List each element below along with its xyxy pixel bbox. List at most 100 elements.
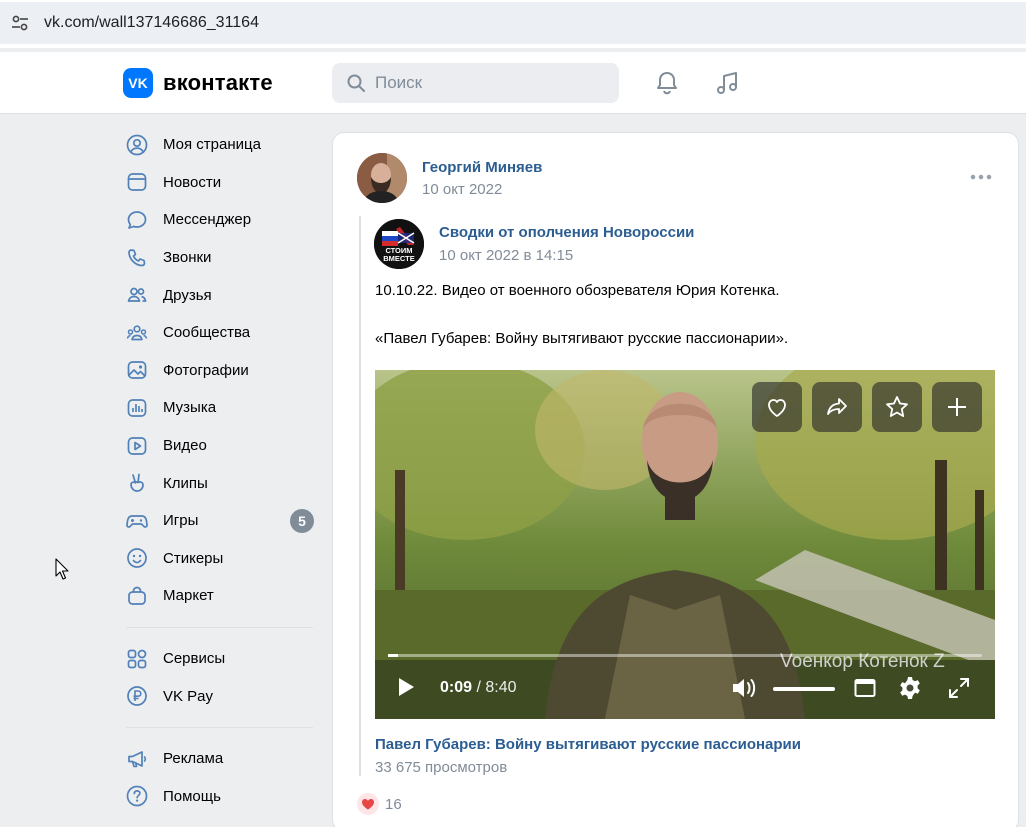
volume-slider[interactable] — [773, 687, 835, 691]
vk-pay-icon — [126, 685, 148, 707]
vk-header: VK вконтакте — [0, 52, 1026, 114]
left-navigation: Моя страница Новости Мессенджер Звонки Д… — [122, 126, 322, 815]
sticker-smile-icon — [126, 547, 148, 569]
author-avatar[interactable] — [357, 153, 407, 203]
share-video-button[interactable] — [812, 382, 862, 432]
fullscreen-icon — [949, 678, 969, 698]
post-likes[interactable]: 16 — [357, 793, 402, 815]
nav-label: Реклама — [163, 750, 224, 768]
post-text-line: 10.10.22. Видео от военного обозревателя… — [375, 282, 780, 299]
video-player[interactable]: Voенкор Котенок Z 0:09 / 8:40 — [375, 370, 995, 719]
video-duration: 8:40 — [485, 679, 517, 696]
nav-item-music[interactable]: Музыка — [122, 389, 322, 427]
search-icon — [347, 74, 365, 92]
repost-divider — [359, 216, 361, 776]
nav-item-calls[interactable]: Звонки — [122, 239, 322, 277]
nav-item-services[interactable]: Сервисы — [122, 640, 322, 678]
nav-label: Клипы — [163, 474, 208, 492]
search-box[interactable] — [332, 63, 619, 103]
nav-label: Стикеры — [163, 549, 224, 567]
search-input[interactable] — [375, 73, 595, 93]
nav-divider — [126, 626, 313, 628]
music-bars-icon — [126, 397, 148, 419]
nav-label: Игры — [163, 512, 199, 530]
nav-item-photos[interactable]: Фотографии — [122, 352, 322, 390]
nav-item-clips[interactable]: Клипы — [122, 464, 322, 502]
nav-label: Моя страница — [163, 136, 261, 154]
more-options-icon[interactable] — [969, 169, 993, 185]
post-author-name[interactable]: Георгий Миняев — [422, 159, 542, 176]
nav-label: Звонки — [163, 249, 212, 267]
nav-label: Маркет — [163, 587, 214, 605]
play-button[interactable] — [395, 675, 417, 699]
nav-label: Сообщества — [163, 324, 251, 342]
nav-label: Сервисы — [163, 650, 226, 668]
gear-icon — [900, 677, 920, 699]
nav-item-messenger[interactable]: Мессенджер — [122, 201, 322, 239]
repost-source-name[interactable]: Сводки от ополчения Новороссии — [439, 224, 694, 241]
nav-item-friends[interactable]: Друзья — [122, 276, 322, 314]
post-text-line: «Павел Губарев: Войну вытягивают русские… — [375, 330, 789, 347]
gamepad-icon — [126, 510, 148, 532]
vk-logo[interactable]: VK вконтакте — [123, 68, 273, 98]
url-text[interactable]: vk.com/wall137146686_31164 — [44, 14, 259, 32]
plus-icon — [948, 398, 966, 416]
nav-label: VK Pay — [163, 687, 214, 705]
market-bag-icon — [126, 585, 148, 607]
window-icon — [854, 679, 876, 697]
mouse-cursor-icon — [55, 558, 69, 580]
music-note-icon[interactable] — [713, 69, 741, 97]
video-views: 33 675 просмотров — [375, 759, 508, 776]
repost-source-avatar[interactable]: СТОИМ ВМЕСТЕ — [374, 219, 424, 269]
site-settings-icon[interactable] — [10, 13, 30, 33]
nav-item-communities[interactable]: Сообщества — [122, 314, 322, 352]
settings-button[interactable] — [897, 675, 923, 701]
notifications-bell-icon[interactable] — [653, 69, 681, 97]
nav-label: Мессенджер — [163, 211, 252, 229]
nav-label: Видео — [163, 437, 207, 455]
vk-logo-icon: VK — [123, 68, 153, 98]
nav-item-stickers[interactable]: Стикеры — [122, 540, 322, 578]
video-progress-bar[interactable] — [388, 654, 982, 657]
post-date[interactable]: 10 окт 2022 — [422, 181, 502, 198]
video-current-time: 0:09 — [440, 679, 473, 696]
add-video-button[interactable] — [932, 382, 982, 432]
chat-bubble-icon — [126, 209, 148, 231]
communities-icon — [126, 322, 148, 344]
bookmark-video-button[interactable] — [872, 382, 922, 432]
address-field[interactable]: vk.com/wall137146686_31164 — [0, 2, 1026, 44]
video-time: 0:09 / 8:40 — [440, 679, 517, 697]
video-title-link[interactable]: Павел Губарев: Войну вытягивают русские … — [375, 736, 801, 753]
volume-icon — [733, 679, 756, 697]
fullscreen-button[interactable] — [947, 676, 971, 700]
nav-item-my-page[interactable]: Моя страница — [122, 126, 322, 164]
share-arrow-icon — [827, 398, 847, 415]
mini-player-button[interactable] — [853, 677, 877, 699]
nav-item-news[interactable]: Новости — [122, 164, 322, 202]
nav-item-video[interactable]: Видео — [122, 427, 322, 465]
video-play-icon — [126, 435, 148, 457]
star-outline-icon — [886, 396, 908, 417]
nav-label: Новости — [163, 173, 222, 191]
volume-button[interactable] — [731, 676, 759, 700]
user-circle-icon — [126, 134, 148, 156]
repost-date[interactable]: 10 окт 2022 в 14:15 — [439, 247, 573, 264]
nav-divider — [126, 726, 313, 728]
nav-item-vk-pay[interactable]: VK Pay — [122, 677, 322, 715]
friends-icon — [126, 284, 148, 306]
nav-label: Музыка — [163, 399, 217, 417]
services-grid-icon — [126, 648, 148, 670]
video-progress-fill — [388, 654, 399, 657]
nav-item-help[interactable]: Помощь — [122, 778, 322, 816]
megaphone-icon — [126, 748, 148, 770]
nav-item-games[interactable]: Игры 5 — [122, 502, 322, 540]
phone-icon — [126, 247, 148, 269]
nav-label: Помощь — [163, 787, 221, 805]
nav-item-market[interactable]: Маркет — [122, 577, 322, 615]
clips-hand-icon — [126, 472, 148, 494]
help-icon — [126, 785, 148, 807]
like-video-button[interactable] — [752, 382, 802, 432]
nav-item-ads[interactable]: Реклама — [122, 740, 322, 778]
heart-filled-icon — [357, 793, 379, 815]
video-time-separator: / — [472, 679, 486, 696]
